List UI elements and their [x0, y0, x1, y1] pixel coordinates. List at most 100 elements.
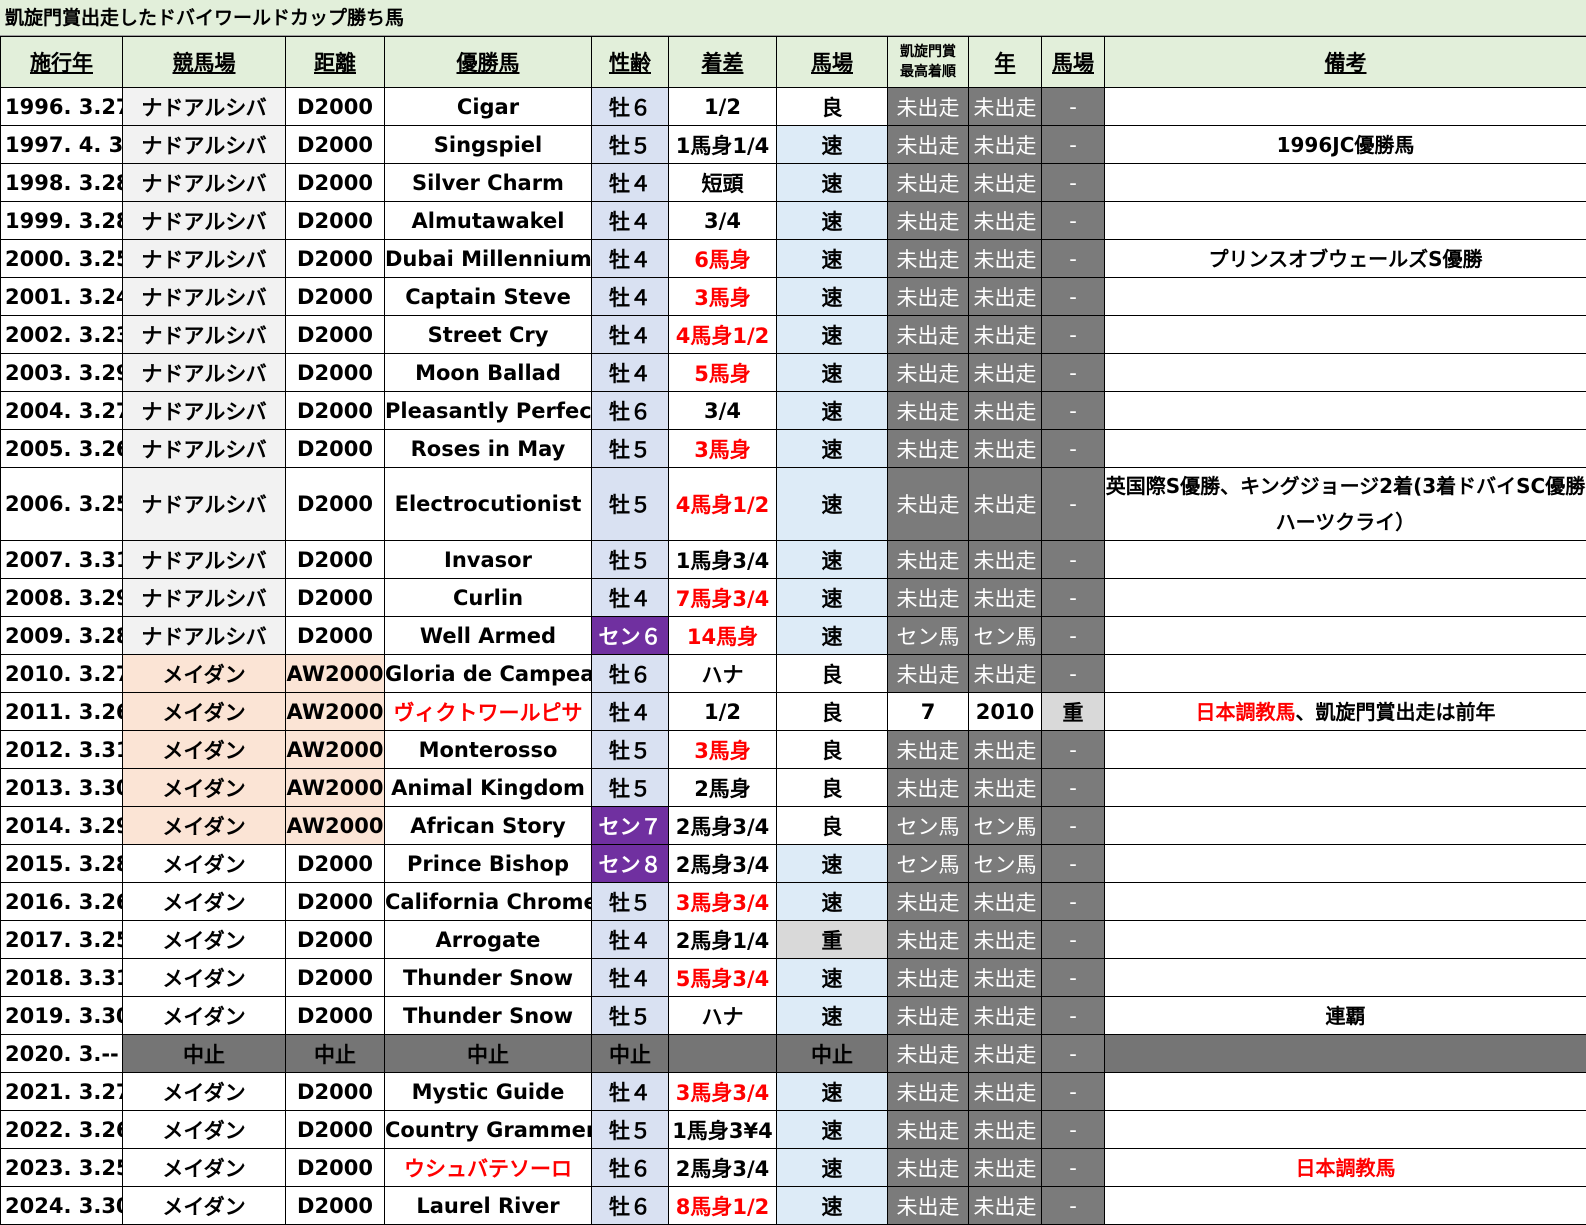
- cell-course[interactable]: メイダン: [123, 1073, 286, 1111]
- cell-distance[interactable]: D2000: [286, 579, 385, 617]
- cell-distance[interactable]: D2000: [286, 240, 385, 278]
- cell-note[interactable]: [1105, 617, 1586, 655]
- cell-sex[interactable]: 牡４: [592, 164, 669, 202]
- cell-going[interactable]: 重: [777, 921, 888, 959]
- cell-arc-best[interactable]: 未出走: [888, 655, 969, 693]
- cell-margin[interactable]: 1馬身1/4: [669, 126, 777, 164]
- cell-distance[interactable]: D2000: [286, 1111, 385, 1149]
- cell-arc-best[interactable]: 未出走: [888, 278, 969, 316]
- cell-note[interactable]: [1105, 883, 1586, 921]
- header-year[interactable]: 施行年: [1, 37, 123, 88]
- cell-winner[interactable]: Mystic Guide: [385, 1073, 592, 1111]
- cell-sex[interactable]: 牡４: [592, 316, 669, 354]
- cell-margin[interactable]: 3/4: [669, 392, 777, 430]
- cell-arc-going[interactable]: -: [1042, 541, 1105, 579]
- cell-note[interactable]: [1105, 202, 1586, 240]
- cell-going[interactable]: 速: [777, 468, 888, 541]
- cell-going[interactable]: 良: [777, 731, 888, 769]
- cell-sex[interactable]: 牡５: [592, 883, 669, 921]
- cell-note[interactable]: [1105, 316, 1586, 354]
- cell-going[interactable]: 良: [777, 655, 888, 693]
- cell-distance[interactable]: D2000: [286, 126, 385, 164]
- cell-distance[interactable]: AW2000: [286, 769, 385, 807]
- cell-note[interactable]: 英国際S優勝、キングジョージ2着(3着ドバイSC優勝ハーツクライ）: [1105, 468, 1586, 541]
- cell-winner[interactable]: Moon Ballad: [385, 354, 592, 392]
- cell-arc-best[interactable]: 未出走: [888, 997, 969, 1035]
- cell-going[interactable]: 速: [777, 164, 888, 202]
- cell-course[interactable]: ナドアルシバ: [123, 579, 286, 617]
- cell-winner[interactable]: 中止: [385, 1035, 592, 1073]
- cell-margin[interactable]: 短頭: [669, 164, 777, 202]
- cell-going[interactable]: 速: [777, 959, 888, 997]
- cell-date[interactable]: 2012. 3.31: [1, 731, 123, 769]
- cell-course[interactable]: メイダン: [123, 959, 286, 997]
- cell-going[interactable]: 良: [777, 88, 888, 126]
- cell-arc-year[interactable]: 未出走: [969, 392, 1042, 430]
- cell-arc-best[interactable]: 未出走: [888, 579, 969, 617]
- cell-date[interactable]: 1997. 4. 3: [1, 126, 123, 164]
- cell-arc-year[interactable]: 未出走: [969, 655, 1042, 693]
- cell-winner[interactable]: Singspiel: [385, 126, 592, 164]
- cell-margin[interactable]: 5馬身3/4: [669, 959, 777, 997]
- cell-note[interactable]: [1105, 1073, 1586, 1111]
- cell-arc-best[interactable]: 未出走: [888, 1149, 969, 1187]
- cell-course[interactable]: ナドアルシバ: [123, 202, 286, 240]
- cell-arc-going[interactable]: -: [1042, 468, 1105, 541]
- cell-date[interactable]: 2013. 3.30: [1, 769, 123, 807]
- cell-arc-going[interactable]: -: [1042, 769, 1105, 807]
- cell-date[interactable]: 2000. 3.25: [1, 240, 123, 278]
- cell-arc-going[interactable]: -: [1042, 731, 1105, 769]
- cell-margin[interactable]: 4馬身1/2: [669, 316, 777, 354]
- cell-distance[interactable]: D2000: [286, 997, 385, 1035]
- cell-sex[interactable]: 牡５: [592, 769, 669, 807]
- cell-arc-best[interactable]: 未出走: [888, 921, 969, 959]
- cell-arc-year[interactable]: 未出走: [969, 202, 1042, 240]
- cell-winner[interactable]: ヴィクトワールピサ: [385, 693, 592, 731]
- cell-date[interactable]: 2002. 3.23: [1, 316, 123, 354]
- header-arc-year[interactable]: 年: [969, 37, 1042, 88]
- cell-course[interactable]: メイダン: [123, 1111, 286, 1149]
- header-arc-going[interactable]: 馬場: [1042, 37, 1105, 88]
- cell-course[interactable]: ナドアルシバ: [123, 164, 286, 202]
- header-distance[interactable]: 距離: [286, 37, 385, 88]
- cell-sex[interactable]: 牡６: [592, 1187, 669, 1225]
- cell-sex[interactable]: 牡５: [592, 541, 669, 579]
- cell-course[interactable]: 中止: [123, 1035, 286, 1073]
- cell-going[interactable]: 速: [777, 1073, 888, 1111]
- cell-distance[interactable]: D2000: [286, 468, 385, 541]
- cell-distance[interactable]: D2000: [286, 883, 385, 921]
- cell-date[interactable]: 2021. 3.27: [1, 1073, 123, 1111]
- cell-going[interactable]: 良: [777, 769, 888, 807]
- cell-arc-year[interactable]: 未出走: [969, 1111, 1042, 1149]
- cell-note[interactable]: [1105, 278, 1586, 316]
- cell-sex[interactable]: セン６: [592, 617, 669, 655]
- cell-note[interactable]: [1105, 354, 1586, 392]
- cell-going[interactable]: 速: [777, 240, 888, 278]
- cell-note[interactable]: [1105, 430, 1586, 468]
- cell-arc-going[interactable]: -: [1042, 997, 1105, 1035]
- cell-margin[interactable]: 5馬身: [669, 354, 777, 392]
- cell-margin[interactable]: 8馬身1/2: [669, 1187, 777, 1225]
- cell-note[interactable]: [1105, 921, 1586, 959]
- cell-arc-best[interactable]: 未出走: [888, 202, 969, 240]
- cell-arc-best[interactable]: 未出走: [888, 468, 969, 541]
- cell-arc-going[interactable]: -: [1042, 88, 1105, 126]
- cell-going[interactable]: 速: [777, 392, 888, 430]
- cell-date[interactable]: 2017. 3.25: [1, 921, 123, 959]
- cell-margin[interactable]: 3馬身3/4: [669, 883, 777, 921]
- cell-course[interactable]: ナドアルシバ: [123, 240, 286, 278]
- header-going[interactable]: 馬場: [777, 37, 888, 88]
- cell-arc-best[interactable]: 未出走: [888, 316, 969, 354]
- cell-sex[interactable]: 牡６: [592, 392, 669, 430]
- cell-distance[interactable]: D2000: [286, 164, 385, 202]
- cell-arc-year[interactable]: 未出走: [969, 1073, 1042, 1111]
- cell-course[interactable]: ナドアルシバ: [123, 316, 286, 354]
- cell-distance[interactable]: D2000: [286, 392, 385, 430]
- cell-arc-year[interactable]: 未出走: [969, 164, 1042, 202]
- cell-sex[interactable]: 牡４: [592, 921, 669, 959]
- cell-arc-going[interactable]: -: [1042, 430, 1105, 468]
- cell-arc-year[interactable]: 未出走: [969, 883, 1042, 921]
- cell-course[interactable]: ナドアルシバ: [123, 88, 286, 126]
- cell-arc-best[interactable]: 未出走: [888, 1111, 969, 1149]
- cell-arc-year[interactable]: 未出走: [969, 769, 1042, 807]
